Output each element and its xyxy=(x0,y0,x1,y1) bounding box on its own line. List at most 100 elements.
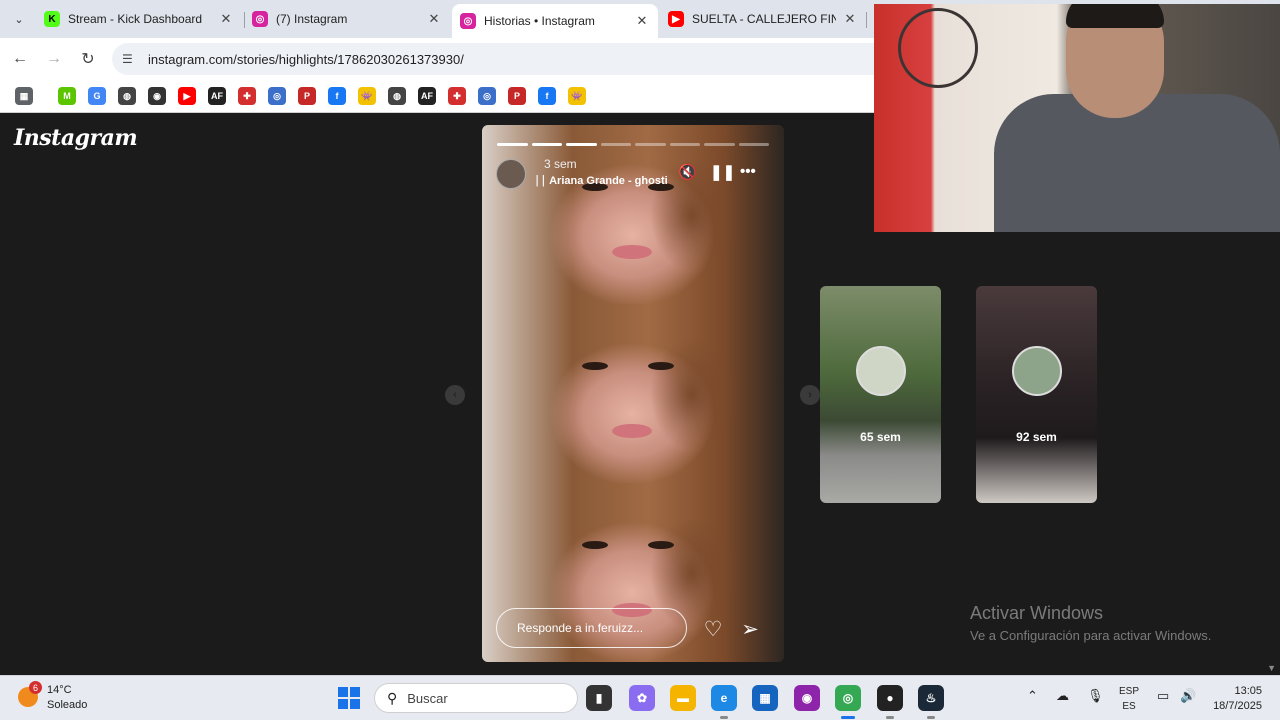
close-tab-icon[interactable]: ✕ xyxy=(634,13,650,29)
weather-temperature[interactable]: 14°C xyxy=(47,684,72,696)
p-logo-icon[interactable]: P xyxy=(298,87,316,105)
network-icon[interactable]: ▭ xyxy=(1157,688,1169,704)
tray-chevron-up-icon[interactable]: ⌃ xyxy=(1027,688,1038,704)
tab-instagram[interactable]: ◎ (7) Instagram ✕ xyxy=(244,4,450,34)
story-user-avatar[interactable] xyxy=(496,159,526,189)
search-icon: ⚲ xyxy=(387,689,398,706)
clock-date: 18/7/2025 xyxy=(1213,700,1262,712)
preview-avatar xyxy=(856,346,906,396)
preview-time: 65 sem xyxy=(860,430,901,444)
next-story-chevron-icon[interactable]: › xyxy=(800,385,820,405)
more-options-icon[interactable]: ••• xyxy=(740,163,756,180)
youtube-icon[interactable]: ▶ xyxy=(178,87,196,105)
edge-icon[interactable]: e xyxy=(711,685,737,711)
invader-icon[interactable]: 👾 xyxy=(358,87,376,105)
steam-icon[interactable]: ♨ xyxy=(918,685,944,711)
reload-icon[interactable]: ↻ xyxy=(77,48,99,70)
close-tab-icon[interactable]: ✕ xyxy=(842,11,858,27)
recorder-icon[interactable]: ◉ xyxy=(794,685,820,711)
close-tab-icon[interactable]: ✕ xyxy=(218,11,234,27)
file-explorer-dark-icon[interactable]: ▮ xyxy=(586,685,612,711)
send-paper-plane-icon[interactable]: ➢ xyxy=(738,617,762,641)
invader-icon[interactable]: 👾 xyxy=(568,87,586,105)
preview-avatar xyxy=(1012,346,1062,396)
tab-search-chevron-icon[interactable]: ⌄ xyxy=(8,8,30,30)
globe-icon[interactable]: ◍ xyxy=(388,87,406,105)
story-reply-input[interactable]: Responde a in.feruizz... xyxy=(496,608,687,648)
story-preview-card[interactable]: 92 sem xyxy=(976,286,1097,503)
running-indicator xyxy=(927,716,935,719)
heart-icon[interactable]: ♡ xyxy=(701,617,725,641)
omnibox[interactable]: ☰ instagram.com/stories/highlights/17862… xyxy=(112,43,892,75)
progress-segment xyxy=(635,143,666,146)
forward-arrow-icon[interactable]: → xyxy=(43,48,65,70)
pause-icon[interactable]: ❚❚ xyxy=(710,163,735,181)
eye-icon[interactable]: ◉ xyxy=(148,87,166,105)
preview-time: 92 sem xyxy=(1016,430,1057,444)
progress-segment xyxy=(497,143,528,146)
system-clock[interactable]: 13:05 18/7/2025 xyxy=(1208,684,1262,714)
previous-story-chevron-icon[interactable]: ‹ xyxy=(445,385,465,405)
address-url[interactable]: instagram.com/stories/highlights/1786203… xyxy=(148,52,464,67)
chrome-icon[interactable]: ◎ xyxy=(835,685,861,711)
webcam-person-body xyxy=(994,94,1280,232)
tab-youtube-suelta[interactable]: ▶ SUELTA - CALLEJERO FINO, A ✕ xyxy=(660,4,866,34)
progress-segment xyxy=(531,143,562,146)
facebook-icon[interactable]: f xyxy=(538,87,556,105)
language-indicator[interactable]: ESP ES xyxy=(1119,684,1139,714)
medical-icon[interactable]: ✚ xyxy=(448,87,466,105)
instagram-icon: ◎ xyxy=(252,11,268,27)
weather-condition[interactable]: Soleado xyxy=(47,699,87,711)
close-tab-icon[interactable]: ✕ xyxy=(426,11,442,27)
progress-segment xyxy=(738,143,769,146)
watermark-title: Activar Windows xyxy=(970,603,1104,623)
story-progress-bar xyxy=(497,143,769,146)
webcam-overlay xyxy=(874,4,1280,232)
globe-icon[interactable]: ◍ xyxy=(118,87,136,105)
site-settings-icon[interactable]: ☰ xyxy=(122,52,138,66)
badge-icon[interactable]: ◎ xyxy=(478,87,496,105)
story-viewer[interactable]: 3 sem ⏐⏐ Ariana Grande - ghostin 🔇 ❚❚ ••… xyxy=(482,125,784,662)
store-icon[interactable]: ▦ xyxy=(752,685,778,711)
instagram-logo[interactable]: Instagram xyxy=(14,125,138,151)
story-preview-card[interactable]: 65 sem xyxy=(820,286,941,503)
facebook-icon[interactable]: f xyxy=(328,87,346,105)
tab-title: (7) Instagram xyxy=(276,12,348,26)
microphone-icon[interactable]: 🎙 xyxy=(1087,688,1104,704)
music-bars-icon: ⏐⏐ xyxy=(534,175,550,187)
windows-start-icon[interactable] xyxy=(338,687,360,709)
google-icon[interactable]: G xyxy=(88,87,106,105)
folder-icon[interactable]: ▬ xyxy=(670,685,696,711)
instagram-icon: ◎ xyxy=(460,13,476,29)
taskbar-search-input[interactable]: ⚲ Buscar xyxy=(374,683,578,713)
progress-segment xyxy=(600,143,631,146)
scroll-down-arrow-icon[interactable]: ▼ xyxy=(1267,663,1276,673)
tab-title: Historias • Instagram xyxy=(484,14,595,28)
back-arrow-icon[interactable]: ← xyxy=(9,48,31,70)
apps-icon[interactable]: ▦ xyxy=(15,87,33,105)
medical-icon[interactable]: ✚ xyxy=(238,87,256,105)
progress-segment xyxy=(704,143,735,146)
tab-divider xyxy=(866,12,867,28)
volume-icon[interactable]: 🔊 xyxy=(1180,688,1196,704)
running-indicator xyxy=(886,716,894,719)
muted-speaker-icon[interactable]: 🔇 xyxy=(678,163,697,181)
story-music-label[interactable]: ⏐⏐ Ariana Grande - ghostin xyxy=(534,175,668,188)
webcam-fan xyxy=(898,8,978,88)
af-icon[interactable]: AF xyxy=(208,87,226,105)
af-icon[interactable]: AF xyxy=(418,87,436,105)
copilot-icon[interactable]: ✿ xyxy=(629,685,655,711)
progress-segment xyxy=(566,143,597,146)
tab-kick-dashboard[interactable]: K Stream - Kick Dashboard ✕ xyxy=(36,4,242,34)
tab-historias-instagram[interactable]: ◎ Historias • Instagram ✕ xyxy=(452,4,658,38)
movistar-icon[interactable]: M xyxy=(58,87,76,105)
obs-icon[interactable]: ● xyxy=(877,685,903,711)
badge-icon[interactable]: ◎ xyxy=(268,87,286,105)
progress-segment xyxy=(669,143,700,146)
cloud-offline-icon[interactable]: ☁ xyxy=(1056,688,1069,704)
p-logo-icon[interactable]: P xyxy=(508,87,526,105)
clock-time: 13:05 xyxy=(1234,685,1262,697)
tab-title: SUELTA - CALLEJERO FINO, A xyxy=(692,12,836,26)
weather-badge: 6 xyxy=(29,681,42,694)
windows-taskbar: 6 14°C Soleado ⚲ Buscar ▮ ✿ ▬ e ▦ ◉ ◎ ● ♨ ⌃ ☁ 🎙 … xyxy=(0,675,1280,720)
